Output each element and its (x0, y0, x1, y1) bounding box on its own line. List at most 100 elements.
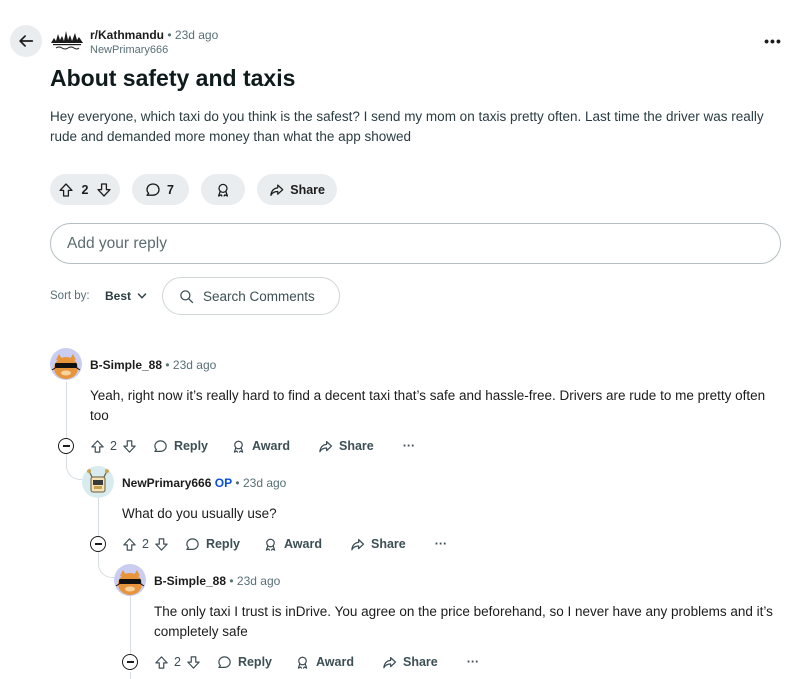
thread-line (66, 382, 67, 438)
subreddit-icon[interactable] (50, 26, 84, 54)
more-icon: ••• (764, 33, 782, 49)
share-button[interactable]: Share (257, 174, 337, 205)
award-button[interactable] (201, 174, 245, 205)
comment-username[interactable]: B-Simple_88 (90, 358, 162, 372)
upvote-icon[interactable] (154, 655, 169, 670)
reply-label: Reply (237, 655, 272, 669)
share-label: Share (370, 537, 406, 551)
search-placeholder: Search Comments (203, 288, 315, 304)
comment-actions: 2 Reply Award Share ··· (90, 434, 415, 458)
downvote-icon[interactable] (122, 439, 137, 454)
collapse-button[interactable] (90, 536, 106, 552)
vote-bar: 2 (90, 439, 137, 454)
award-icon (265, 538, 276, 551)
post-body: Hey everyone, which taxi do you think is… (50, 109, 764, 144)
comment-username[interactable]: NewPrimary666 (122, 476, 211, 490)
reply-label: Reply (173, 439, 208, 453)
collapse-button[interactable] (58, 438, 74, 454)
upvote-icon[interactable] (58, 182, 74, 198)
back-button[interactable] (10, 25, 42, 57)
comment-header: B-Simple_88 • 23d ago (90, 358, 216, 372)
comment-body: What do you usually use? (122, 506, 277, 521)
thread-elbow (66, 454, 84, 480)
comment-icon (186, 537, 199, 550)
subreddit-name[interactable]: r/Kathmandu (90, 28, 164, 42)
comment-actions: 2 Reply Award Share ··· (154, 650, 479, 674)
share-icon (351, 538, 365, 550)
share-icon (383, 656, 397, 668)
comment-icon (146, 182, 160, 196)
downvote-icon[interactable] (96, 182, 112, 198)
vote-bar: 2 (154, 655, 201, 670)
meta-separator: • (165, 358, 170, 372)
award-button[interactable]: Award (263, 537, 322, 552)
comment-username[interactable]: B-Simple_88 (154, 574, 226, 588)
sort-value: Best (105, 289, 132, 303)
comment-time: 23d ago (236, 574, 281, 588)
avatar[interactable] (114, 564, 146, 596)
comment-body: Yeah, right now it’s really hard to find… (90, 388, 766, 423)
share-label: Share (290, 182, 325, 197)
more-icon[interactable]: ··· (467, 655, 480, 669)
share-icon (319, 440, 333, 452)
reply-button[interactable]: Reply (185, 537, 240, 552)
award-label: Award (284, 537, 322, 551)
comment-icon (218, 655, 231, 668)
vote-count: 2 (174, 655, 181, 669)
more-options-button[interactable]: ••• (760, 32, 786, 50)
award-label: Award (252, 439, 290, 453)
post-author[interactable]: NewPrimary666 (90, 44, 168, 57)
comment-time: 23d ago (172, 358, 217, 372)
downvote-icon[interactable] (186, 655, 201, 670)
thread-line (130, 672, 131, 679)
search-icon (180, 289, 194, 303)
meta-separator: • (229, 574, 234, 588)
reply-input[interactable]: Add your reply (50, 223, 781, 264)
chevron-down-icon (137, 293, 147, 299)
share-label: Share (338, 439, 374, 453)
arrow-left-icon (19, 35, 34, 47)
reply-label: Reply (205, 537, 240, 551)
comment-header: B-Simple_88 • 23d ago (154, 574, 280, 588)
comment-time: 23d ago (242, 476, 287, 490)
meta-separator: • (235, 476, 240, 490)
reply-placeholder: Add your reply (67, 234, 167, 252)
thread-line (98, 498, 99, 536)
comment-header: NewPrimary666 OP • 23d ago (122, 476, 286, 490)
award-button[interactable]: Award (231, 439, 290, 454)
vote-count: 2 (110, 439, 117, 453)
avatar[interactable] (50, 348, 82, 380)
avatar[interactable] (82, 466, 114, 498)
upvote-icon[interactable] (122, 537, 137, 552)
reply-button[interactable]: Reply (153, 439, 208, 454)
share-button[interactable]: Share (318, 439, 374, 454)
comment-actions: 2 Reply Award Share ··· (122, 532, 447, 556)
award-button[interactable]: Award (295, 655, 354, 670)
more-icon[interactable]: ··· (403, 439, 416, 453)
share-button[interactable]: Share (382, 655, 438, 670)
more-icon[interactable]: ··· (435, 537, 448, 551)
share-button[interactable]: Share (350, 537, 406, 552)
award-icon (233, 440, 244, 453)
comment-icon (154, 439, 167, 452)
sort-dropdown[interactable]: Best (105, 289, 147, 303)
comment-body: The only taxi I trust is inDrive. You ag… (154, 604, 773, 639)
award-icon (217, 183, 229, 197)
post-title: About safety and taxis (50, 65, 296, 91)
post-vote-count: 2 (81, 182, 89, 197)
downvote-icon[interactable] (154, 537, 169, 552)
op-tag: OP (214, 476, 233, 490)
reply-button[interactable]: Reply (217, 655, 272, 670)
share-label: Share (402, 655, 438, 669)
collapse-button[interactable] (122, 654, 138, 670)
upvote-icon[interactable] (90, 439, 105, 454)
search-comments-input[interactable]: Search Comments (162, 277, 340, 315)
comment-count: 7 (167, 182, 174, 197)
award-icon (297, 656, 308, 669)
sort-label: Sort by: (50, 290, 90, 302)
comments-button[interactable]: 7 (132, 174, 189, 205)
vote-count: 2 (142, 537, 149, 551)
thread-line (130, 596, 131, 654)
share-icon (270, 183, 284, 196)
award-label: Award (316, 655, 354, 669)
